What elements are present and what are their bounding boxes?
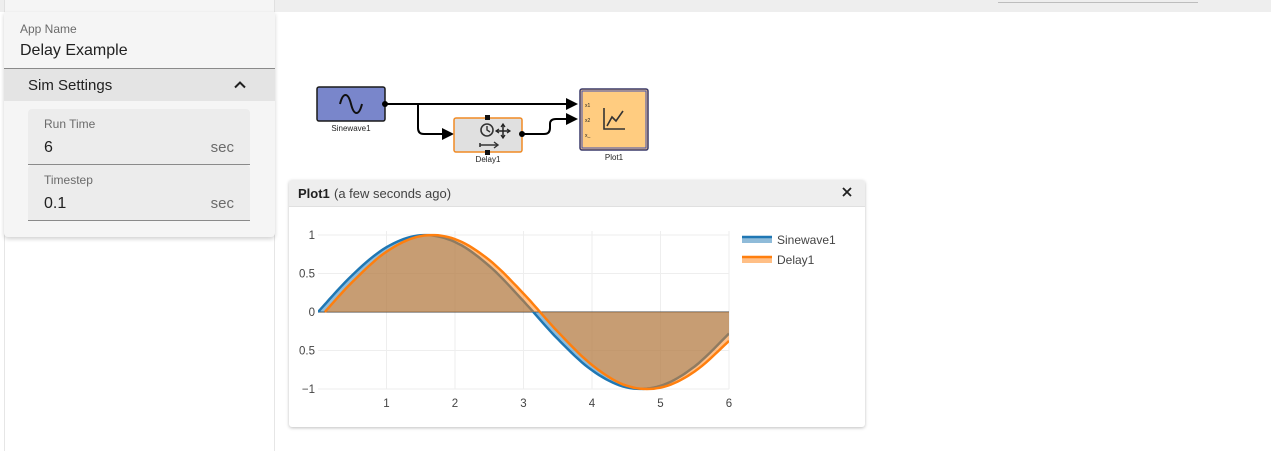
x-tick-label: 4 [589, 398, 596, 410]
plot-window-header[interactable]: Plot1 (a few seconds ago) [289, 180, 865, 207]
wire-sine-to-delay[interactable] [417, 104, 454, 140]
x-tick-label: 3 [520, 398, 526, 410]
y-tick-label: 0 [309, 307, 315, 319]
x-tick-label: 6 [726, 398, 732, 410]
plot-window-subtitle: (a few seconds ago) [334, 186, 452, 201]
delay-label: Delay1 [476, 155, 501, 164]
timestep-unit: sec [210, 195, 234, 212]
close-icon[interactable] [839, 184, 855, 200]
app-name-label: App Name [20, 22, 77, 36]
plot-port-x2: x2 [585, 118, 591, 124]
y-tick-label: 1 [309, 230, 315, 242]
sim-settings-header[interactable]: Sim Settings [4, 69, 275, 101]
sinewave-output-port[interactable] [382, 101, 388, 107]
run-time-label: Run Time [44, 117, 96, 131]
sim-settings-title: Sim Settings [28, 77, 113, 94]
run-time-input[interactable]: 6 [44, 139, 53, 157]
x-tick-label: 1 [383, 398, 389, 410]
delay-block-body[interactable] [453, 117, 523, 153]
app-name-field[interactable]: Delay Example [20, 42, 128, 60]
timestep-input[interactable]: 0.1 [44, 195, 66, 213]
x-tick-label: 5 [657, 398, 663, 410]
plot-window[interactable]: Plot1 (a few seconds ago) 1 2 3 4 5 6 1 0.5 0 0.5… [289, 180, 865, 427]
run-time-field[interactable]: Run Time 6 sec [28, 109, 250, 165]
settings-panel: App Name Delay Example Sim Settings Run … [4, 12, 275, 237]
legend-label-delay1: Delay1 [777, 253, 815, 267]
top-bar-divider [998, 2, 1198, 3]
plot-label: Plot1 [605, 153, 624, 162]
plot-block[interactable]: x1 x2 x_ Plot1 [579, 88, 649, 162]
sinewave-label: Sinewave1 [331, 124, 371, 133]
x-tick-label: 2 [452, 398, 458, 410]
chevron-up-icon[interactable] [232, 77, 248, 93]
timestep-underline [28, 220, 250, 221]
plot-port-x1: x1 [585, 103, 591, 109]
run-time-unit: sec [210, 139, 234, 156]
delay-output-port[interactable] [519, 131, 525, 137]
legend-label-sinewave1: Sinewave1 [777, 233, 836, 247]
y-tick-label: 0.5 [299, 346, 315, 358]
timestep-label: Timestep [44, 173, 93, 187]
delay-top-handle[interactable] [485, 115, 490, 120]
plot-window-title: Plot1 [298, 186, 330, 201]
wire-delay-to-plot[interactable] [522, 113, 578, 135]
sinewave-block[interactable]: Sinewave1 [316, 86, 388, 133]
plot-port-x3: x_ [585, 133, 591, 139]
y-tick-label: 0.5 [299, 269, 315, 281]
y-tick-label: −1 [302, 384, 315, 396]
plot-chart[interactable]: 1 2 3 4 5 6 1 0.5 0 0.5 −1 Sinewave1 Delay1 [289, 207, 865, 427]
block-diagram[interactable]: Sinewave1 Delay1 x1 x2 x_ Plot1 [300, 80, 680, 170]
sidebar-top [4, 0, 275, 12]
timestep-field[interactable]: Timestep 0.1 sec [28, 165, 250, 221]
delay-block[interactable]: Delay1 [453, 115, 525, 164]
